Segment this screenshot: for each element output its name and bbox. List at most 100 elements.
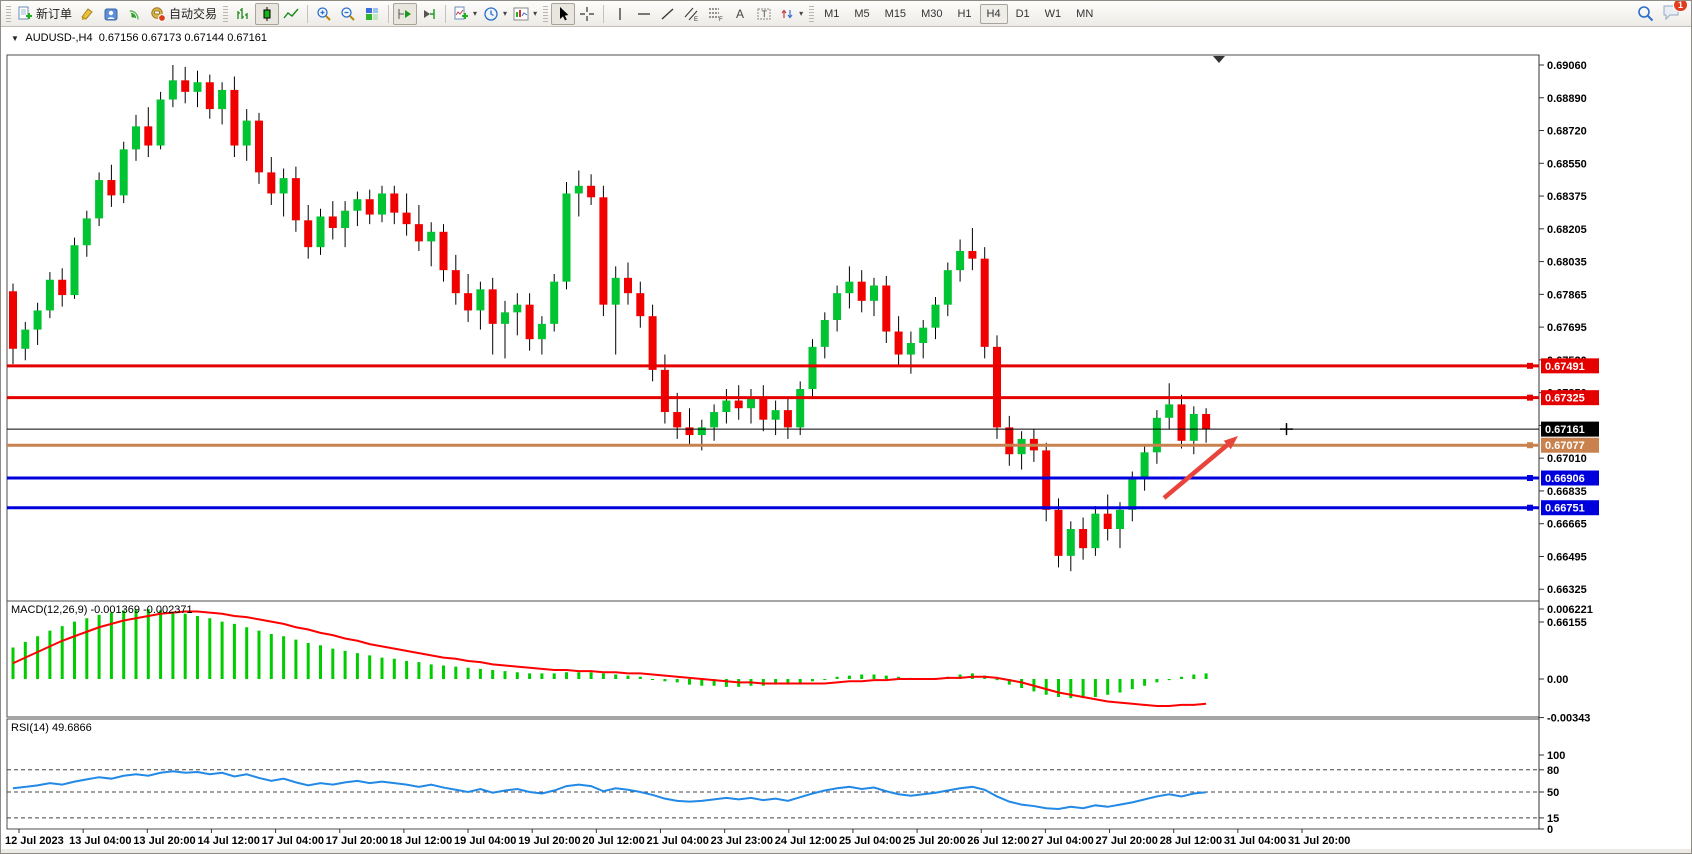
price-badge: 0.66751 <box>1541 500 1599 515</box>
horizontal-line-tool-button[interactable] <box>632 3 656 25</box>
bar-chart-button[interactable] <box>231 3 255 25</box>
svg-text:E: E <box>694 17 698 22</box>
price-badge: 0.67325 <box>1541 390 1599 405</box>
equidistant-channel-icon: E <box>684 6 700 22</box>
auto-scroll-icon <box>397 6 413 22</box>
chart-shift-button[interactable] <box>417 3 441 25</box>
market-depth-button[interactable] <box>99 3 123 25</box>
price-tick-label: 0.66325 <box>1547 584 1587 596</box>
text-label-icon: T <box>756 6 772 22</box>
price-badge: 0.67491 <box>1541 358 1599 373</box>
auto-trading-button[interactable]: 自动交易 <box>147 3 220 25</box>
time-axis[interactable]: 12 Jul 202313 Jul 04:0013 Jul 20:0014 Ju… <box>5 829 1350 847</box>
search-icon[interactable] <box>1637 5 1654 22</box>
new-order-label: 新订单 <box>36 5 72 22</box>
line-chart-icon <box>283 6 299 22</box>
price-tick-label: 0.66665 <box>1547 519 1587 531</box>
text-tool-button[interactable]: A <box>728 3 752 25</box>
time-tick-label: 27 Jul 04:00 <box>1031 835 1093 847</box>
auto-scroll-button[interactable] <box>393 3 417 25</box>
periods-button[interactable]: ▾ <box>480 3 510 25</box>
text-label-tool-button[interactable]: T <box>752 3 776 25</box>
timeframe-MN[interactable]: MN <box>1069 4 1100 24</box>
svg-text:T: T <box>762 9 768 19</box>
cursor-icon <box>555 6 571 22</box>
svg-text:F: F <box>719 17 723 22</box>
time-tick-label: 25 Jul 20:00 <box>903 835 965 847</box>
symbol-title: AUDUSD-,H4 <box>25 32 92 44</box>
chart-canvas[interactable]: 0.690600.688900.687200.685500.683750.682… <box>1 27 1692 854</box>
price-tick-label: 0.68720 <box>1547 126 1587 138</box>
svg-text:100: 100 <box>1547 750 1565 762</box>
indicators-icon <box>453 6 469 22</box>
time-tick-label: 31 Jul 04:00 <box>1224 835 1286 847</box>
auto-trading-icon <box>150 6 166 22</box>
price-tick-label: 0.66155 <box>1547 617 1587 629</box>
vertical-line-icon <box>612 6 628 22</box>
symbol-dropdown-icon[interactable]: ▼ <box>11 34 19 43</box>
price-badge: 0.66906 <box>1541 471 1599 486</box>
crosshair-tool-button[interactable] <box>575 3 599 25</box>
templates-button[interactable]: ▾ <box>510 3 540 25</box>
fibonacci-tool-button[interactable]: F <box>704 3 728 25</box>
signal-button[interactable] <box>123 3 147 25</box>
timeframe-M1[interactable]: M1 <box>817 4 846 24</box>
tile-windows-button[interactable] <box>360 3 384 25</box>
macd-indicator-label: MACD(12,26,9) -0.001369 -0.002371 <box>11 604 193 616</box>
periods-dropdown-icon: ▾ <box>503 9 507 18</box>
timeframe-M15[interactable]: M15 <box>878 4 913 24</box>
toolbar-grip[interactable] <box>543 6 548 22</box>
timeframe-H1[interactable]: H1 <box>950 4 978 24</box>
price-axis[interactable]: 0.690600.688900.687200.685500.683750.682… <box>1539 60 1587 629</box>
zoom-out-button[interactable] <box>336 3 360 25</box>
toolbar-grip[interactable] <box>6 6 11 22</box>
styler-button[interactable] <box>75 3 99 25</box>
window-bottom-strip <box>1 849 1692 854</box>
chart-stage[interactable]: ▼ AUDUSD-,H4 0.67156 0.67173 0.67144 0.6… <box>1 27 1692 854</box>
tile-windows-icon <box>364 6 380 22</box>
line-chart-button[interactable] <box>279 3 303 25</box>
svg-text:0.00: 0.00 <box>1547 674 1568 686</box>
timeframe-M30[interactable]: M30 <box>914 4 949 24</box>
timeframe-H4[interactable]: H4 <box>980 4 1008 24</box>
zoom-in-icon <box>316 6 332 22</box>
rsi-axis[interactable]: 1008050150 <box>1539 750 1565 836</box>
terminal-window: 新订单 自动交易 <box>0 0 1692 854</box>
cursor-tool-button[interactable] <box>551 3 575 25</box>
price-tick-label: 0.67695 <box>1547 322 1587 334</box>
time-tick-label: 14 Jul 12:00 <box>197 835 259 847</box>
price-tick-label: 0.66835 <box>1547 486 1587 498</box>
time-tick-label: 26 Jul 12:00 <box>967 835 1029 847</box>
price-tick-label: 0.67865 <box>1547 289 1587 301</box>
timeframe-D1[interactable]: D1 <box>1009 4 1037 24</box>
toolbar-grip[interactable] <box>223 6 228 22</box>
time-tick-label: 13 Jul 20:00 <box>133 835 195 847</box>
time-tick-label: 28 Jul 12:00 <box>1160 835 1222 847</box>
svg-text:A: A <box>736 7 744 21</box>
arrows-tool-button[interactable]: ▾ <box>776 3 806 25</box>
time-tick-label: 17 Jul 04:00 <box>262 835 324 847</box>
timeframe-W1[interactable]: W1 <box>1038 4 1069 24</box>
time-tick-label: 31 Jul 20:00 <box>1288 835 1350 847</box>
timeframe-M5[interactable]: M5 <box>847 4 876 24</box>
svg-text:0.67491: 0.67491 <box>1545 361 1585 373</box>
time-tick-label: 13 Jul 04:00 <box>69 835 131 847</box>
new-order-button[interactable]: 新订单 <box>14 3 75 25</box>
candlestick-chart-button[interactable] <box>255 3 279 25</box>
bar-chart-icon <box>235 6 251 22</box>
time-tick-label: 25 Jul 04:00 <box>839 835 901 847</box>
zoom-in-button[interactable] <box>312 3 336 25</box>
trendline-tool-button[interactable] <box>656 3 680 25</box>
price-badge: 0.67161 <box>1541 422 1599 437</box>
chart-shift-icon <box>421 6 437 22</box>
toolbar-grip[interactable] <box>809 6 814 22</box>
svg-text:0.66906: 0.66906 <box>1545 473 1585 485</box>
vertical-line-tool-button[interactable] <box>608 3 632 25</box>
text-icon: A <box>732 6 748 22</box>
svg-text:0.006221: 0.006221 <box>1547 604 1593 616</box>
channel-tool-button[interactable]: E <box>680 3 704 25</box>
indicators-button[interactable]: ▾ <box>450 3 480 25</box>
notifications-button[interactable]: 1 <box>1662 3 1681 25</box>
arrows-icon <box>779 6 795 22</box>
svg-text:0.67077: 0.67077 <box>1545 440 1585 452</box>
